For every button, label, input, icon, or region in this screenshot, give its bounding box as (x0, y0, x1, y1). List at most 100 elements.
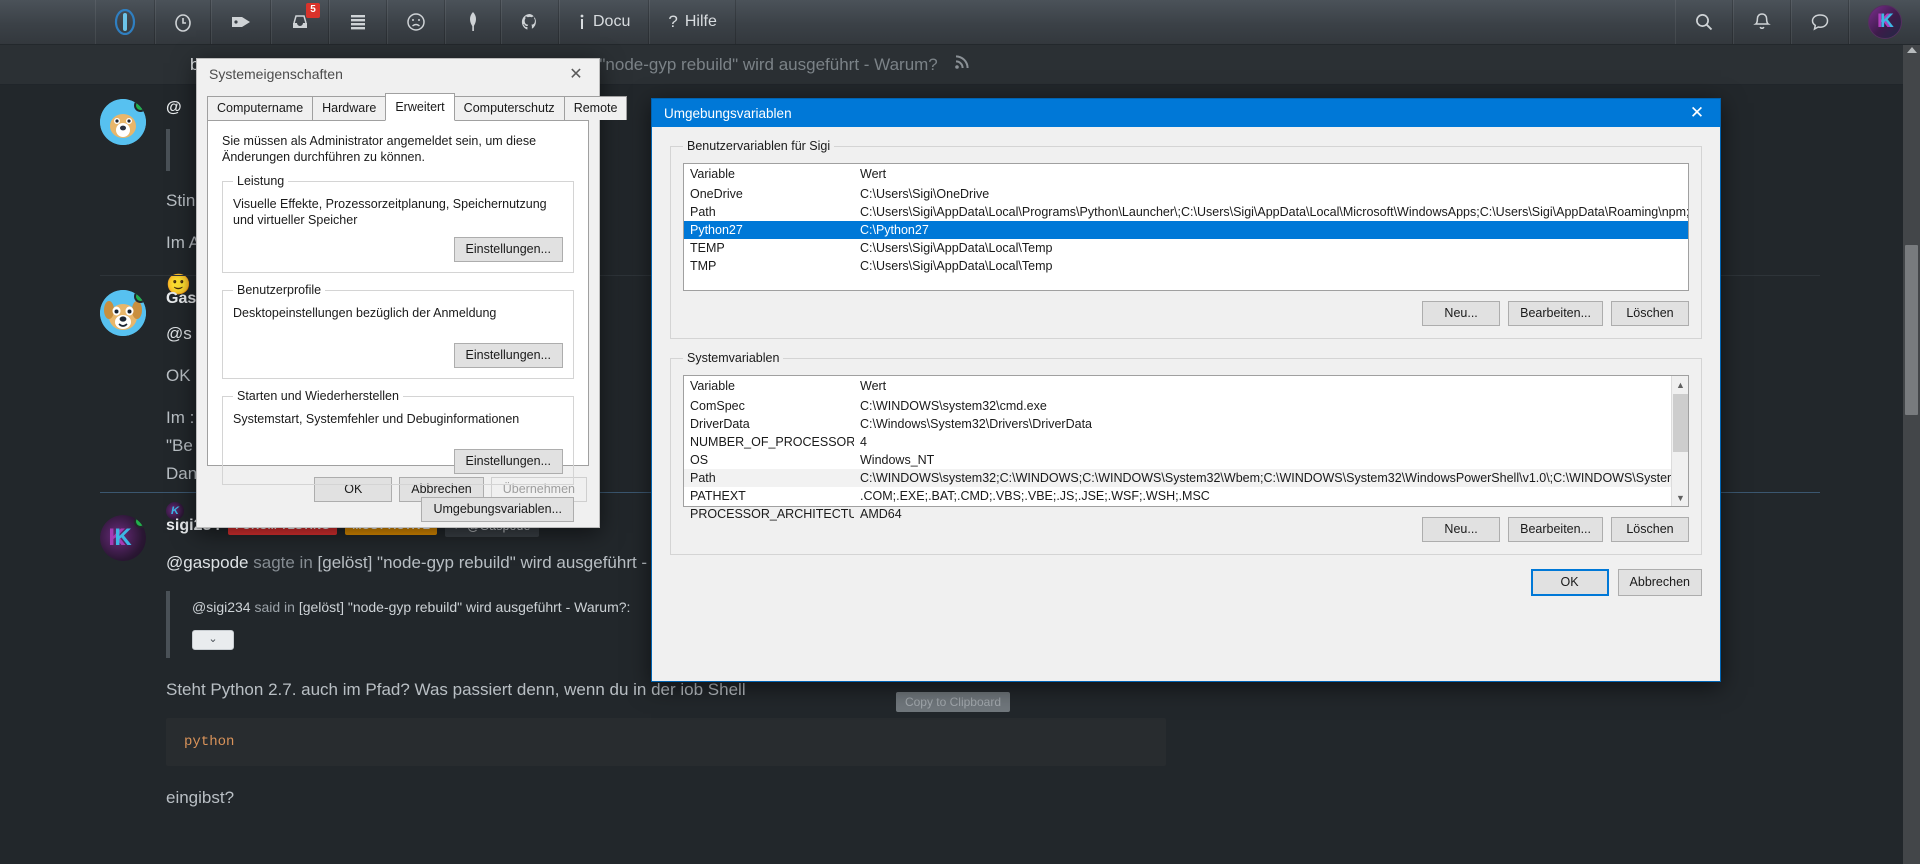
system-table-scrollbar[interactable]: ▲ ▼ (1671, 376, 1688, 506)
table-row[interactable]: TEMP C:\Users\Sigi\AppData\Local\Temp (684, 239, 1688, 257)
tab-erweitert[interactable]: Erweitert (385, 93, 455, 121)
user-edit-button[interactable]: Bearbeiten... (1508, 301, 1603, 326)
close-icon[interactable]: ✕ (553, 59, 599, 89)
cell-value: C:\WINDOWS\system32;C:\WINDOWS;C:\WINDOW… (854, 469, 1671, 487)
tab-remote[interactable]: Remote (563, 96, 628, 120)
nav-hilfe[interactable]: ? Hilfe (649, 0, 736, 44)
tab-computerschutz[interactable]: Computerschutz (453, 96, 565, 120)
cell-value: .COM;.EXE;.BAT;.CMD;.VBS;.VBE;.JS;.JSE;.… (860, 489, 1210, 503)
chat-bubble-icon (1810, 12, 1830, 32)
ok-button[interactable]: OK (1530, 569, 1609, 596)
cell-value: C:\Python27 (854, 221, 1688, 239)
group-benutzerprofile-legend: Benutzerprofile (237, 283, 322, 297)
avatar[interactable] (100, 99, 146, 145)
quoted-topic-link[interactable]: [gelöst] "node-gyp rebuild" wird ausgefü… (318, 553, 683, 572)
cell-value: 4 (860, 435, 867, 449)
bell-icon (1752, 12, 1772, 33)
mention-link[interactable]: @s (166, 324, 192, 343)
close-icon[interactable]: ✕ (1674, 99, 1720, 127)
table-row[interactable]: Path C:\Users\Sigi\AppData\Local\Program… (684, 203, 1688, 221)
user-new-button[interactable]: Neu... (1422, 301, 1501, 326)
feather-icon (465, 11, 481, 33)
mention-link[interactable]: @gaspode (166, 553, 249, 572)
info-icon (578, 12, 586, 32)
page-scrollbar[interactable] (1903, 45, 1920, 864)
nav-github[interactable] (501, 0, 559, 44)
nav-categories[interactable] (329, 0, 387, 44)
table-row[interactable]: ComSpec C:\WINDOWS\system32\cmd.exe (684, 397, 1671, 415)
cell-value: C:\Windows\System32\Drivers\DriverData (860, 417, 1092, 431)
unread-badge: 5 (306, 3, 320, 18)
quote-expand-toggle[interactable]: ⌄ (192, 630, 234, 650)
tab-computername[interactable]: Computername (207, 96, 314, 120)
avatar-initial: K (1880, 11, 1894, 32)
dialog-title: Umgebungsvariablen (664, 105, 792, 121)
nav-recent[interactable] (155, 0, 211, 44)
table-row[interactable]: PROCESSOR_ARCHITECTURE AMD64 (684, 505, 1671, 523)
copy-to-clipboard-button[interactable]: Copy to Clipboard (895, 692, 1010, 712)
environment-variables-dialog[interactable]: Umgebungsvariablen ✕ Benutzervariablen f… (651, 98, 1721, 682)
scroll-up-arrow-icon[interactable]: ▲ (1672, 376, 1689, 393)
starten-settings-button[interactable]: Einstellungen... (453, 449, 563, 474)
top-navbar: 5 Docu ? Hilfe K (0, 0, 1920, 45)
rss-icon[interactable] (954, 54, 970, 75)
nav-user-menu[interactable]: K (1849, 0, 1920, 44)
cell-variable: TMP (690, 259, 717, 273)
quote-author[interactable]: @sigi234 (192, 599, 251, 615)
nav-tags[interactable] (211, 0, 271, 44)
avatar[interactable]: K (100, 515, 146, 561)
table-row[interactable]: TMP C:\Users\Sigi\AppData\Local\Temp (684, 257, 1688, 275)
system-variables-table[interactable]: Variable Wert ComSpec C:\WINDOWS\system3… (683, 375, 1689, 521)
table-row[interactable]: Path C:\WINDOWS\system32;C:\WINDOWS;C:\W… (684, 469, 1671, 487)
nav-docu[interactable]: Docu (559, 0, 650, 44)
column-header-variable[interactable]: Variable (684, 164, 854, 185)
nav-frown[interactable] (387, 0, 445, 44)
post-author[interactable]: @ (166, 99, 182, 117)
scroll-up-arrow-icon[interactable] (1907, 47, 1917, 53)
post-tail-paragraph: eingibst? (166, 788, 235, 807)
column-header-variable[interactable]: Variable (684, 376, 854, 397)
table-row[interactable]: OS Windows_NT (684, 451, 1671, 469)
column-header-value[interactable]: Wert (854, 164, 1688, 185)
avatar[interactable] (100, 290, 146, 336)
post-author[interactable]: Gas (166, 290, 196, 308)
system-properties-dialog[interactable]: Systemeigenschaften ✕ Computername Hardw… (196, 58, 628, 528)
environment-variables-button[interactable]: Umgebungsvariablen... (421, 497, 574, 522)
user-delete-button[interactable]: Löschen (1611, 301, 1689, 326)
table-row[interactable]: OneDrive C:\Users\Sigi\OneDrive (684, 185, 1688, 203)
online-indicator (134, 290, 146, 303)
system-variables-grid: Variable Wert ComSpec C:\WINDOWS\system3… (684, 376, 1671, 523)
cell-value: C:\Users\Sigi\AppData\Local\Temp (860, 241, 1053, 255)
table-row-selected[interactable]: Python27 C:\Python27 (684, 221, 1688, 239)
nav-feather[interactable] (445, 0, 501, 44)
benutzerprofile-settings-button[interactable]: Einstellungen... (453, 343, 563, 368)
scrollbar-thumb[interactable] (1673, 394, 1688, 452)
cell-variable: Path (690, 205, 716, 219)
scroll-down-arrow-icon[interactable]: ▼ (1672, 489, 1689, 506)
resize-grip[interactable] (1708, 669, 1718, 679)
tab-hardware[interactable]: Hardware (312, 96, 387, 120)
leistung-settings-button[interactable]: Einstellungen... (453, 237, 563, 262)
nav-search[interactable] (1675, 0, 1733, 44)
user-variables-table[interactable]: Variable Wert OneDrive C:\Users\Sigi\One… (683, 163, 1689, 291)
table-row[interactable]: DriverData C:\Windows\System32\Drivers\D… (684, 415, 1671, 433)
scrollbar-thumb[interactable] (1905, 245, 1918, 415)
list-icon (348, 13, 368, 31)
dialog-footer: OK Abbrechen (652, 569, 1720, 596)
nav-home-logo[interactable] (95, 0, 155, 44)
group-starten-wiederherstellen: Starten und Wiederherstellen Systemstart… (222, 389, 574, 485)
tab-strip: Computername Hardware Erweitert Computer… (207, 93, 628, 121)
cancel-button[interactable]: Abbrechen (1617, 569, 1702, 596)
nav-unread[interactable]: 5 (271, 0, 329, 44)
nav-docu-label: Docu (593, 13, 631, 30)
column-header-value[interactable]: Wert (854, 376, 1671, 397)
table-row[interactable]: PATHEXT .COM;.EXE;.BAT;.CMD;.VBS;.VBE;.J… (684, 487, 1671, 505)
nav-notifications[interactable] (1733, 0, 1791, 44)
code-block: python (166, 718, 1166, 766)
table-header-row: Variable Wert (684, 376, 1671, 397)
group-starten-text: Systemstart, Systemfehler und Debuginfor… (233, 412, 520, 426)
navbar-left-spacer (0, 0, 95, 44)
nav-chats[interactable] (1791, 0, 1849, 44)
table-row[interactable]: NUMBER_OF_PROCESSORS 4 (684, 433, 1671, 451)
quote-topic[interactable]: [gelöst] "node-gyp rebuild" wird ausgefü… (299, 599, 631, 615)
